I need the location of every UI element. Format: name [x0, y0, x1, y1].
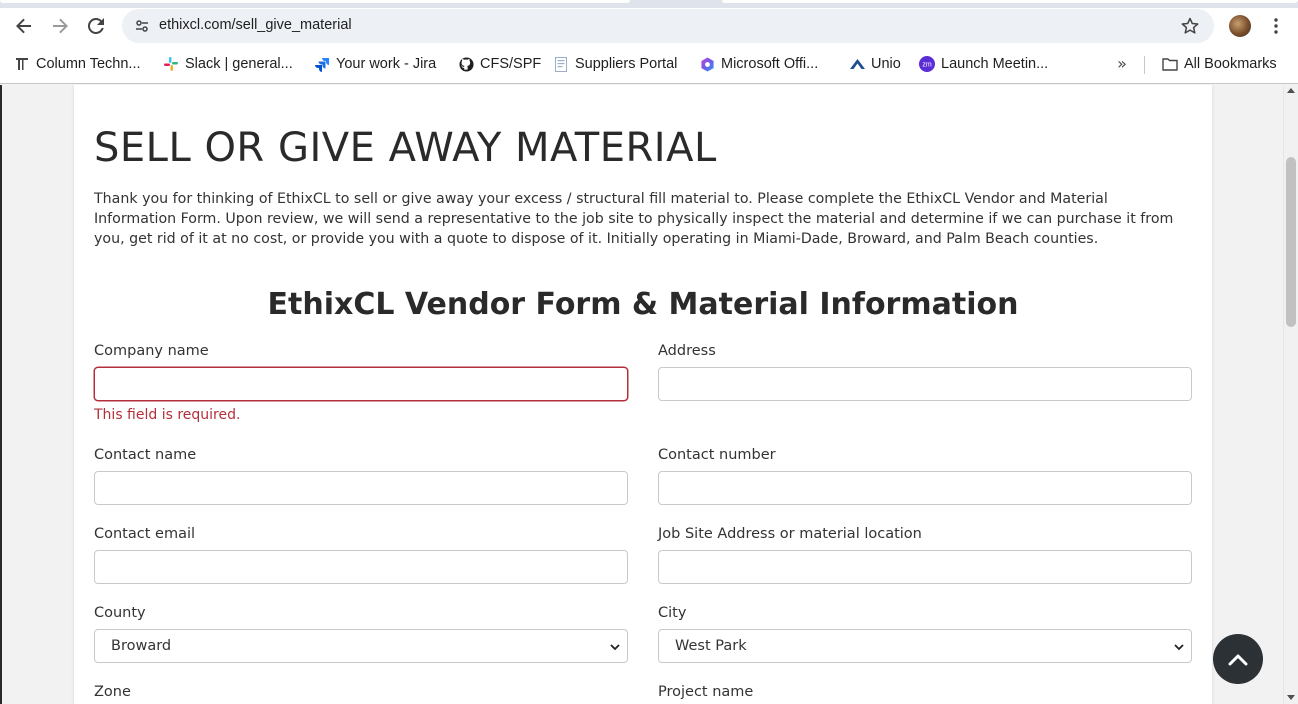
bookmark-label: Slack | general...: [185, 56, 293, 72]
reload-button[interactable]: [82, 12, 110, 40]
zoom-icon: zm: [919, 56, 935, 72]
page-title: SELL OR GIVE AWAY MATERIAL: [94, 125, 717, 171]
job-site-label: Job Site Address or material location: [658, 526, 922, 542]
bookmark-unio[interactable]: Unio: [849, 54, 901, 74]
column-icon: [14, 56, 30, 72]
svg-text:zm: zm: [922, 62, 932, 69]
chevron-down-icon: [610, 644, 620, 651]
county-selected-value: Broward: [111, 638, 172, 654]
bookmark-star-icon[interactable]: [1180, 16, 1200, 36]
bookmark-suppliers-portal[interactable]: Suppliers Portal: [553, 54, 677, 74]
address-bar[interactable]: ethixcl.com/sell_give_material: [122, 9, 1214, 43]
company-name-input[interactable]: [94, 367, 628, 401]
all-bookmarks-button[interactable]: All Bookmarks: [1162, 54, 1277, 74]
unio-icon: [849, 56, 865, 72]
back-arrow-icon: [16, 18, 31, 34]
chevron-up-icon: [1228, 654, 1248, 666]
contact-name-label: Contact name: [94, 447, 197, 463]
contact-name-input[interactable]: [94, 471, 628, 505]
site-info-icon[interactable]: [134, 18, 150, 34]
city-label: City: [658, 605, 687, 621]
bookmark-label: Unio: [871, 56, 901, 72]
bookmark-label: CFS/SPF: [480, 56, 542, 72]
scroll-up-arrow-icon[interactable]: [1287, 88, 1295, 93]
bookmark-label: Column Techn...: [36, 56, 141, 72]
content-card: SELL OR GIVE AWAY MATERIAL Thank you for…: [74, 85, 1212, 704]
jira-icon: [314, 56, 330, 72]
reload-icon: [88, 18, 104, 34]
page-viewport: SELL OR GIVE AWAY MATERIAL Thank you for…: [0, 85, 1298, 704]
more-menu-icon[interactable]: [1266, 16, 1286, 36]
browser-toolbar: ethixcl.com/sell_give_material: [0, 8, 1298, 44]
slack-icon: [163, 56, 179, 72]
forward-button[interactable]: [46, 12, 74, 40]
contact-number-input[interactable]: [658, 471, 1192, 505]
city-selected-value: West Park: [675, 638, 747, 654]
bookmark-label: Suppliers Portal: [575, 56, 678, 72]
forward-arrow-icon: [53, 18, 68, 34]
zone-label: Zone: [94, 684, 131, 700]
bookmarks-separator: [1144, 56, 1145, 74]
document-icon: [553, 56, 569, 72]
tab-strip: [0, 0, 1298, 8]
folder-icon: [1162, 56, 1178, 72]
county-label: County: [94, 605, 146, 621]
job-site-input[interactable]: [658, 550, 1192, 584]
back-to-top-button[interactable]: [1213, 634, 1263, 684]
microsoft-office-icon: [699, 56, 715, 72]
bookmark-jira[interactable]: Your work - Jira: [314, 54, 436, 74]
address-input[interactable]: [658, 367, 1192, 401]
bookmark-zoom[interactable]: zm Launch Meetin...: [919, 54, 1048, 74]
back-button[interactable]: [10, 12, 38, 40]
github-icon: [458, 56, 474, 72]
page-left-edge: [0, 85, 2, 704]
project-name-label: Project name: [658, 684, 754, 700]
bookmark-slack[interactable]: Slack | general...: [163, 54, 293, 74]
bookmark-label: Your work - Jira: [336, 56, 437, 72]
chevron-down-icon: [1174, 644, 1184, 651]
address-label: Address: [658, 343, 716, 359]
county-select[interactable]: Broward: [94, 629, 628, 663]
bookmark-column[interactable]: Column Techn...: [14, 54, 141, 74]
contact-email-input[interactable]: [94, 550, 628, 584]
bookmark-cfs[interactable]: CFS/SPF: [458, 54, 541, 74]
bookmark-label: Launch Meetin...: [941, 56, 1049, 72]
contact-number-label: Contact number: [658, 447, 776, 463]
all-bookmarks-label: All Bookmarks: [1184, 56, 1277, 72]
profile-avatar[interactable]: [1229, 15, 1251, 37]
tab-edge[interactable]: [722, 0, 1298, 3]
form-title: EthixCL Vendor Form & Material Informati…: [267, 287, 1019, 322]
company-name-error: This field is required.: [94, 407, 241, 423]
scrollbar-thumb[interactable]: [1286, 157, 1296, 327]
more-bookmarks-chevron-icon[interactable]: »: [1112, 54, 1132, 74]
contact-email-label: Contact email: [94, 526, 196, 542]
intro-paragraph: Thank you for thinking of EthixCL to sel…: [94, 191, 1174, 247]
company-name-label: Company name: [94, 343, 209, 359]
bookmark-label: Microsoft Offi...: [721, 56, 819, 72]
city-select[interactable]: West Park: [658, 629, 1192, 663]
page-scrollbar[interactable]: [1283, 85, 1298, 704]
active-tab-edge[interactable]: [0, 0, 630, 3]
bookmark-microsoft-office[interactable]: Microsoft Offi...: [699, 54, 818, 74]
bookmarks-bar: Column Techn... Slack | general... Your …: [0, 44, 1298, 84]
url-text[interactable]: ethixcl.com/sell_give_material: [159, 17, 352, 33]
scroll-down-arrow-icon[interactable]: [1287, 695, 1295, 700]
